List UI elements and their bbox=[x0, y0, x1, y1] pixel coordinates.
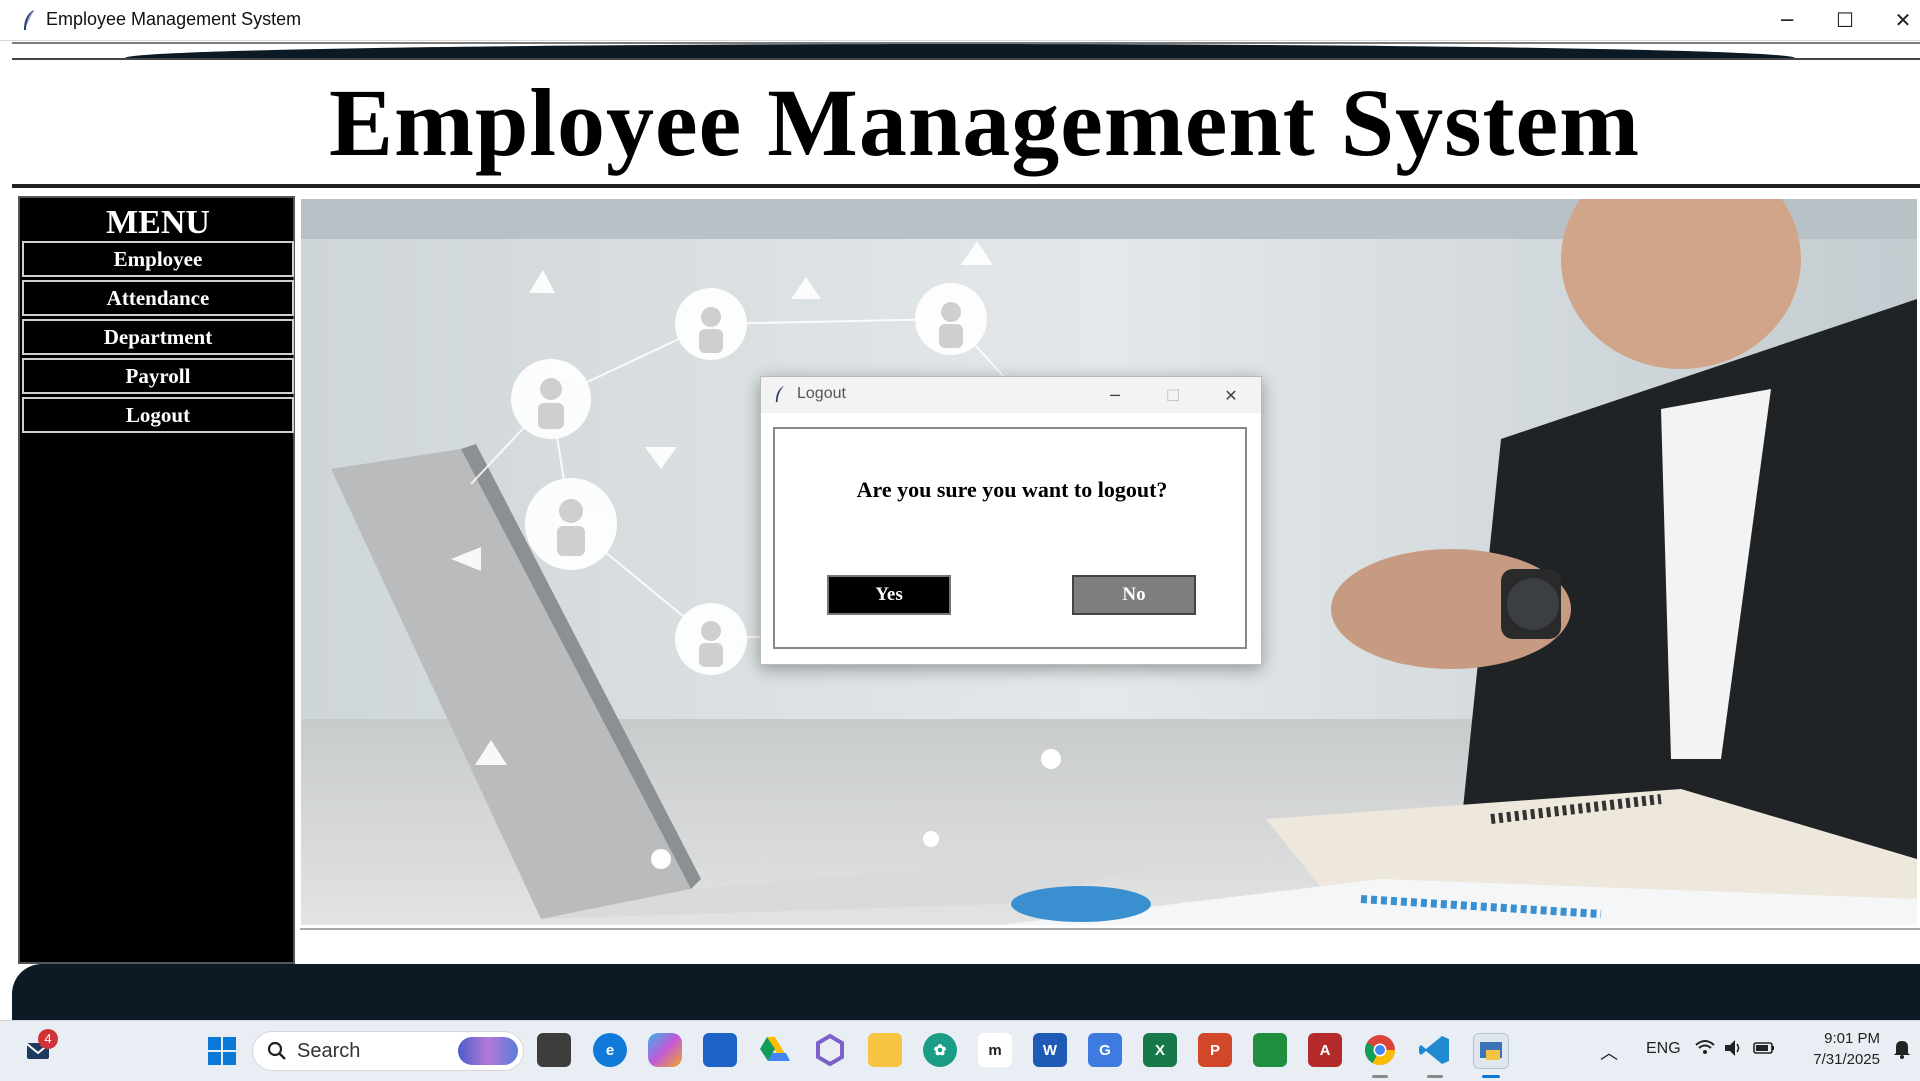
window-title: Employee Management System bbox=[46, 9, 302, 29]
volume-icon[interactable] bbox=[1722, 1037, 1744, 1063]
edge-icon[interactable]: e bbox=[593, 1033, 627, 1067]
feather-icon bbox=[24, 9, 35, 30]
chatgpt-icon[interactable]: ✿ bbox=[923, 1033, 957, 1067]
feather-icon bbox=[775, 385, 785, 403]
chrome-icon[interactable] bbox=[1363, 1033, 1397, 1067]
windows-icon bbox=[208, 1037, 236, 1065]
task-view-icon[interactable] bbox=[537, 1033, 571, 1067]
translate-icon[interactable]: G bbox=[1088, 1033, 1122, 1067]
start-button[interactable] bbox=[204, 1033, 240, 1069]
notification-bell-icon[interactable] bbox=[1892, 1038, 1912, 1064]
battery-icon[interactable] bbox=[1752, 1037, 1776, 1063]
minimize-button[interactable]: ─ bbox=[1758, 0, 1816, 40]
vscode-running-indicator bbox=[1427, 1075, 1443, 1078]
taskbar: 4 Search e ✿ m W G X P A ︿ ENG 9:01 PM 7… bbox=[0, 1020, 1920, 1081]
header: Employee Management System bbox=[12, 58, 1920, 188]
chevron-up-icon[interactable]: ︿ bbox=[1600, 1039, 1618, 1065]
search-highlight-icon bbox=[458, 1037, 518, 1065]
file-explorer-icon[interactable] bbox=[868, 1033, 902, 1067]
python-app-icon[interactable] bbox=[1473, 1033, 1509, 1069]
dialog-title: Logout bbox=[797, 385, 846, 402]
page-title: Employee Management System bbox=[328, 68, 1641, 176]
search-placeholder: Search bbox=[297, 1040, 361, 1062]
wifi-icon[interactable] bbox=[1694, 1037, 1716, 1063]
excel-icon[interactable]: X bbox=[1143, 1033, 1177, 1067]
window-titlebar: Employee Management System ─ ☐ ✕ bbox=[0, 0, 1920, 41]
maximize-button[interactable]: ☐ bbox=[1816, 0, 1874, 40]
yes-button[interactable]: Yes bbox=[827, 575, 951, 615]
clock-date[interactable]: 7/31/2025 bbox=[1790, 1051, 1880, 1068]
python-active-indicator bbox=[1482, 1075, 1500, 1078]
office-hub-icon[interactable] bbox=[813, 1033, 847, 1067]
access-icon[interactable]: A bbox=[1308, 1033, 1342, 1067]
menu-item-logout[interactable]: Logout bbox=[22, 397, 294, 433]
dialog-titlebar: Logout ─ ☐ ✕ bbox=[761, 377, 1261, 413]
powerpoint-icon[interactable]: P bbox=[1198, 1033, 1232, 1067]
status-bar bbox=[300, 928, 1920, 968]
no-button[interactable]: No bbox=[1072, 575, 1196, 615]
language-indicator[interactable]: ENG bbox=[1646, 1040, 1681, 1058]
dialog-question: Are you sure you want to logout? bbox=[856, 477, 1168, 502]
chrome-running-indicator bbox=[1372, 1075, 1388, 1078]
moodle-icon[interactable]: m bbox=[978, 1033, 1012, 1067]
dialog-maximize-button: ☐ bbox=[1165, 385, 1181, 405]
menu-item-employee[interactable]: Employee bbox=[22, 241, 294, 277]
menu-item-payroll[interactable]: Payroll bbox=[22, 358, 294, 394]
store-icon[interactable] bbox=[703, 1033, 737, 1067]
taskbar-search[interactable]: Search bbox=[252, 1031, 524, 1071]
dialog-close-button[interactable]: ✕ bbox=[1203, 377, 1259, 413]
logout-dialog: Logout ─ ☐ ✕ Are you sure you want to lo… bbox=[760, 376, 1262, 665]
dialog-body: Are you sure you want to logout? Yes No bbox=[773, 427, 1247, 649]
clock-time[interactable]: 9:01 PM bbox=[1790, 1030, 1880, 1047]
google-drive-icon[interactable] bbox=[758, 1033, 792, 1067]
menu-title: MENU bbox=[106, 204, 210, 241]
search-icon bbox=[267, 1041, 286, 1060]
notification-badge: 4 bbox=[38, 1029, 58, 1049]
bottom-band bbox=[12, 964, 1920, 1020]
menu-item-attendance[interactable]: Attendance bbox=[22, 280, 294, 316]
close-button[interactable]: ✕ bbox=[1874, 0, 1920, 40]
menu-item-department[interactable]: Department bbox=[22, 319, 294, 355]
dialog-minimize-button[interactable]: ─ bbox=[1087, 377, 1143, 413]
vscode-icon[interactable] bbox=[1418, 1033, 1452, 1067]
classroom-icon[interactable] bbox=[1253, 1033, 1287, 1067]
word-icon[interactable]: W bbox=[1033, 1033, 1067, 1067]
copilot-icon[interactable] bbox=[648, 1033, 682, 1067]
